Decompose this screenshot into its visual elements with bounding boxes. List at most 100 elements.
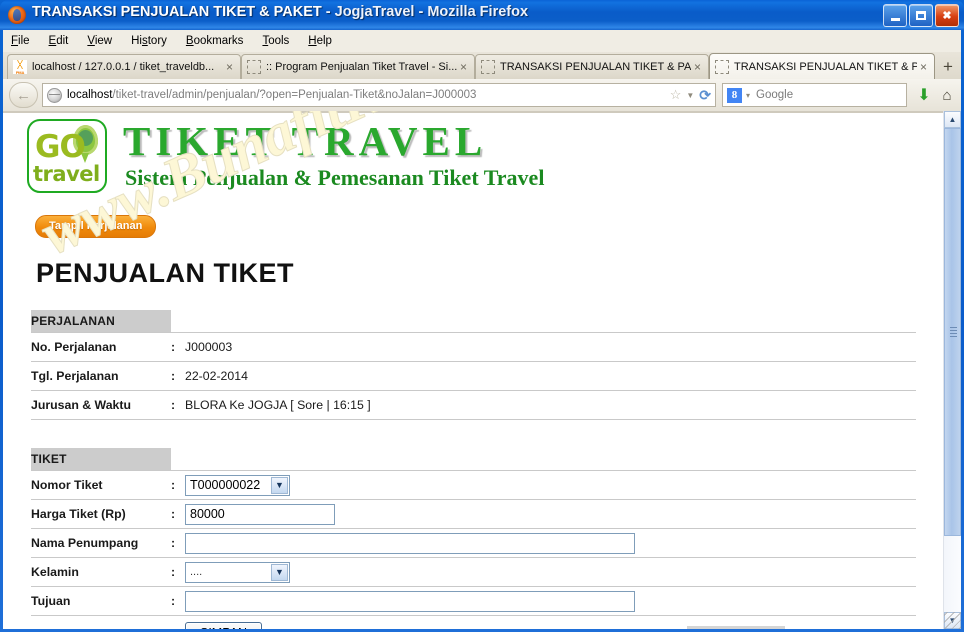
jurusan-waktu-value: BLORA Ke JOGJA [ Sore | 16:15 ] [185, 398, 371, 412]
chevron-down-icon[interactable]: ▼ [271, 476, 288, 494]
menu-item-view[interactable]: View [87, 35, 112, 47]
browser-tab-1[interactable]: localhost / 127.0.0.1 / tiket_traveldb..… [7, 54, 241, 79]
google-icon: 8 [727, 87, 742, 103]
site-title: TIKET TRAVEL [123, 118, 488, 164]
simpan-button[interactable]: SIMPAN [185, 622, 262, 629]
nomor-tiket-value: T000000022 [190, 478, 261, 492]
close-icon: ✖ [942, 10, 952, 22]
tab-close-icon[interactable]: × [691, 60, 704, 74]
tampil-perjalanan-button[interactable]: Tampil Perjalanan [35, 215, 157, 238]
spacer-row [31, 420, 916, 449]
table-row: Tgl. Perjalanan : 22-02-2014 [31, 361, 916, 391]
home-icon[interactable]: ⌂ [937, 87, 957, 104]
resize-grip-icon[interactable] [944, 612, 961, 629]
page-viewport: www.BunafitKomputer.com GO travel TIKET … [3, 111, 961, 629]
harga-tiket-input[interactable]: 80000 [185, 503, 335, 525]
reload-icon[interactable]: ⟳ [699, 87, 711, 104]
downloads-icon[interactable]: ⬇ [915, 85, 933, 105]
field-label: Tgl. Perjalanan [31, 361, 171, 391]
table-row: Nama Penumpang : [31, 528, 916, 558]
browser-tab-4-active[interactable]: TRANSAKSI PENJUALAN TIKET & PAK... × [709, 53, 935, 79]
search-bar[interactable]: 8 ▾ Google [722, 83, 907, 107]
maximize-icon [916, 11, 926, 20]
address-bar[interactable]: localhost/tiket-travel/admin/penjualan/?… [42, 83, 716, 107]
section-header-tiket: TIKET [31, 448, 916, 471]
section-title: TIKET [31, 448, 171, 471]
table-row: Tujuan : [31, 586, 916, 616]
no-perjalanan-value: J000003 [185, 340, 233, 354]
logo-travel-text: travel [33, 162, 100, 186]
title-bar: TRANSAKSI PENJUALAN TIKET & PAKET - Jogj… [0, 0, 964, 30]
field-colon: : [171, 470, 185, 500]
tgl-perjalanan-value: 22-02-2014 [185, 369, 248, 383]
back-arrow-icon: ← [16, 86, 31, 104]
field-colon: : [171, 390, 185, 420]
field-colon: : [171, 557, 185, 587]
tab-close-icon[interactable]: × [917, 60, 930, 74]
table-row: Nomor Tiket : T000000022 ▼ [31, 470, 916, 500]
blank-favicon-icon [247, 60, 261, 74]
menu-item-tools[interactable]: Tools [262, 35, 289, 47]
penjualan-tiket-form: PERJALANAN No. Perjalanan : J000003 Tgl.… [31, 310, 916, 629]
field-label: Kelamin [31, 557, 171, 587]
browser-tab-3[interactable]: TRANSAKSI PENJUALAN TIKET & PAK... × [475, 54, 709, 79]
tab-label: TRANSAKSI PENJUALAN TIKET & PAK... [734, 60, 917, 73]
tab-close-icon[interactable]: × [457, 60, 470, 74]
search-engine-chevron-icon[interactable]: ▾ [746, 91, 750, 100]
back-button[interactable]: ← [9, 82, 38, 108]
menu-item-history[interactable]: History [131, 35, 167, 47]
kelamin-select[interactable]: .... ▼ [185, 561, 290, 583]
minimize-button[interactable] [883, 4, 907, 27]
nomor-tiket-select[interactable]: T000000022 ▼ [185, 474, 290, 496]
field-label: Jurusan & Waktu [31, 390, 171, 420]
window-title-main: TRANSAKSI PENJUALAN TIKET & PAKET [32, 4, 322, 20]
logo-go-text: GO [35, 129, 86, 165]
site-logo: GO travel [27, 119, 107, 193]
field-colon: : [171, 361, 185, 391]
web-page: www.BunafitKomputer.com GO travel TIKET … [3, 111, 944, 629]
blank-favicon-icon [715, 59, 729, 74]
window-controls: ✖ [883, 4, 959, 27]
page-title: PENJUALAN TIKET [36, 258, 295, 288]
tab-label: :: Program Penjualan Tiket Travel - Si..… [266, 61, 457, 73]
url-host: localhost [67, 89, 113, 101]
tujuan-input[interactable] [185, 590, 635, 612]
chevron-up-icon: ▲ [948, 115, 957, 124]
navigation-toolbar: ← localhost/tiket-travel/admin/penjualan… [3, 79, 961, 111]
menu-item-edit[interactable]: Edit [49, 35, 69, 47]
field-colon: : [171, 499, 185, 529]
menu-item-help[interactable]: Help [308, 35, 332, 47]
field-colon: : [171, 528, 185, 558]
firefox-icon [8, 6, 26, 24]
tab-strip: localhost / 127.0.0.1 / tiket_traveldb..… [3, 52, 961, 79]
field-label: Nomor Tiket [31, 470, 171, 500]
chevron-down-icon[interactable]: ▼ [271, 563, 288, 581]
new-tab-button[interactable]: + [937, 56, 959, 77]
field-label: Nama Penumpang [31, 528, 171, 558]
site-header: GO travel TIKET TRAVEL Sistem Penjualan … [27, 113, 944, 209]
window-title-rest: - JogjaTravel - Mozilla Firefox [321, 4, 529, 20]
address-bar-icons: ☆ ▼ ⟳ [664, 87, 711, 104]
scrollbar-grip-icon [950, 327, 957, 337]
close-button[interactable]: ✖ [935, 4, 959, 27]
menu-item-file[interactable]: File [11, 35, 30, 47]
minimize-icon [890, 17, 900, 21]
site-subtitle: Sistem Penjualan & Pemesanan Tiket Trave… [125, 165, 545, 190]
vertical-scrollbar[interactable]: ▲ ▼ [943, 111, 961, 629]
field-colon: : [171, 586, 185, 616]
page-content: GO travel TIKET TRAVEL Sistem Penjualan … [3, 113, 944, 629]
scrollbar-thumb[interactable] [944, 128, 961, 536]
tab-label: TRANSAKSI PENJUALAN TIKET & PAK... [500, 61, 691, 73]
tab-close-icon[interactable]: × [223, 60, 236, 74]
tab-label: localhost / 127.0.0.1 / tiket_traveldb..… [32, 61, 215, 73]
table-row: Harga Tiket (Rp) : 80000 [31, 499, 916, 529]
browser-tab-2[interactable]: :: Program Penjualan Tiket Travel - Si..… [241, 54, 475, 79]
menu-item-bookmarks[interactable]: Bookmarks [186, 35, 244, 47]
bookmark-star-icon[interactable]: ☆ [670, 87, 682, 103]
nama-penumpang-input[interactable] [185, 532, 635, 554]
maximize-button[interactable] [909, 4, 933, 27]
chevron-down-icon[interactable]: ▼ [686, 91, 694, 100]
scroll-up-button[interactable]: ▲ [944, 111, 961, 128]
search-input[interactable]: Google [756, 89, 793, 101]
field-label: Harga Tiket (Rp) [31, 499, 171, 529]
